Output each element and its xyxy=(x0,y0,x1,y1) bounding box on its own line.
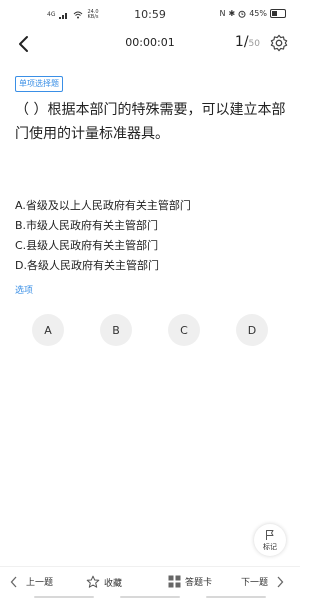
choice-b-button[interactable]: B xyxy=(100,314,132,346)
choice-d-button[interactable]: D xyxy=(236,314,268,346)
choice-c-button[interactable]: C xyxy=(168,314,200,346)
battery-level xyxy=(272,11,277,16)
status-right: N ✱ 45% xyxy=(220,9,286,18)
bluetooth-icon: ✱ xyxy=(228,9,236,18)
battery-icon xyxy=(270,9,286,18)
alarm-icon xyxy=(238,10,246,18)
mark-label: 标记 xyxy=(263,542,277,551)
gesture-indicator-right xyxy=(206,596,266,598)
answer-card-label: 答题卡 xyxy=(185,578,213,588)
battery-text: 45% xyxy=(249,9,267,18)
gesture-indicator-left xyxy=(34,596,94,598)
next-question-label: 下一题 xyxy=(241,578,269,588)
grid-icon xyxy=(168,575,181,588)
next-question-button[interactable]: 下一题 xyxy=(241,575,284,588)
favorite-label: 收藏 xyxy=(104,578,123,589)
option-b-text: B.市级人民政府有关主管部门 xyxy=(15,219,159,232)
question-progress: 1/50 xyxy=(235,34,260,50)
favorite-button[interactable]: 收藏 xyxy=(86,575,122,589)
current-question: 1/ xyxy=(234,34,249,50)
nav-bar: 00:00:01 1/50 xyxy=(0,28,300,60)
choices-section-label: 选项 xyxy=(15,286,34,296)
answer-choices: A B C D xyxy=(32,314,268,346)
gesture-indicator-center xyxy=(120,596,180,598)
choice-a-button[interactable]: A xyxy=(32,314,64,346)
total-questions: 50 xyxy=(248,39,260,49)
flag-icon xyxy=(266,529,274,540)
prev-question-label: 上一题 xyxy=(26,578,54,588)
option-a-text: A.省级及以上人民政府有关主管部门 xyxy=(15,199,191,212)
star-icon xyxy=(86,575,100,588)
prev-question-button[interactable]: 上一题 xyxy=(10,575,53,588)
option-list: A.省级及以上人民政府有关主管部门 B.市级人民政府有关主管部门 C.县级人民政… xyxy=(15,196,290,276)
question-text: （ ）根据本部门的特殊需要，可以建立本部门使用的计量标准器具。 xyxy=(15,102,286,142)
status-bar: 4G 24.0 KB/s 10:59 N ✱ 45% xyxy=(0,8,300,24)
question-type-badge: 单项选择题 xyxy=(15,76,63,92)
option-d-text: D.各级人民政府有关主管部门 xyxy=(15,259,159,272)
mark-button[interactable]: 标记 xyxy=(254,524,286,556)
chevron-right-icon xyxy=(277,576,284,587)
nfc-icon: N xyxy=(219,9,226,18)
option-c-text: C.县级人民政府有关主管部门 xyxy=(15,239,159,252)
answer-card-button[interactable]: 答题卡 xyxy=(168,575,212,588)
chevron-left-icon xyxy=(10,576,17,587)
gear-icon[interactable] xyxy=(270,34,288,52)
